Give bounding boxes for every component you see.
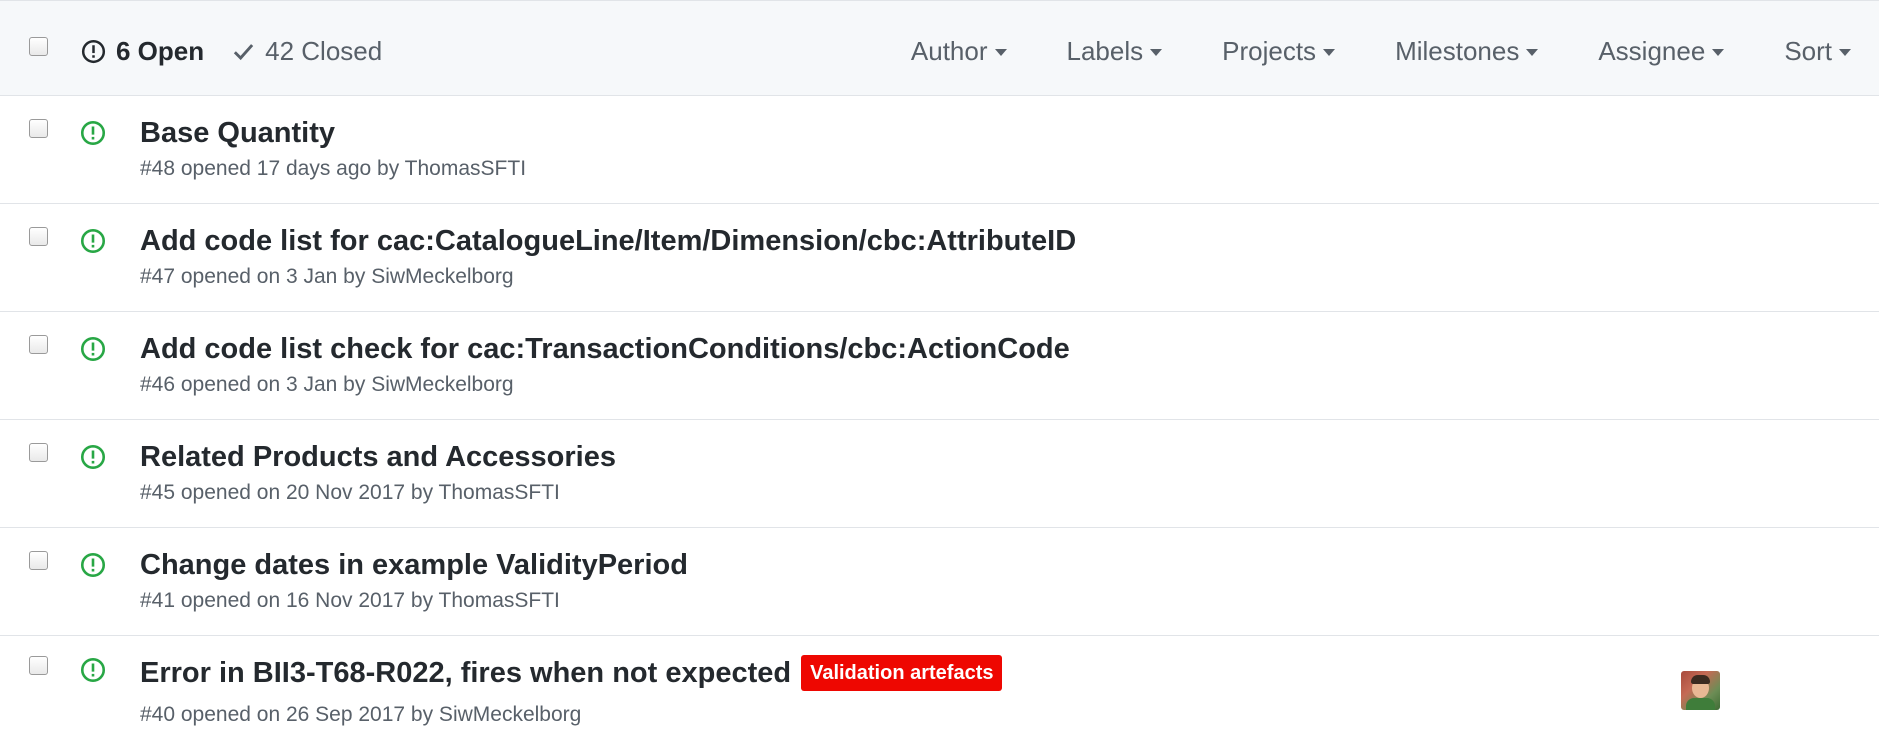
filter-bar: Author Labels Projects Milestones Assign…	[911, 35, 1879, 67]
issue-meta: #40 opened on 26 Sep 2017 by SiwMeckelbo…	[140, 703, 582, 726]
issue-title-link[interactable]: Base Quantity	[140, 117, 335, 150]
check-icon	[233, 43, 254, 60]
issue-checkbox[interactable]	[29, 551, 48, 570]
issue-state-toggle: 6 Open 42 Closed	[81, 35, 382, 67]
assignee-filter-label: Assignee	[1598, 35, 1706, 66]
milestones-filter-dropdown[interactable]: Milestones	[1395, 35, 1539, 67]
assignee-filter-dropdown[interactable]: Assignee	[1598, 35, 1725, 67]
caret-down-icon	[1712, 49, 1725, 56]
issue-opened-icon	[80, 336, 106, 362]
labels-filter-dropdown[interactable]: Labels	[1067, 36, 1163, 67]
milestones-filter-label: Milestones	[1395, 35, 1520, 66]
caret-down-icon	[1839, 49, 1851, 56]
assignee-avatar[interactable]	[1681, 671, 1720, 710]
issue-opened-icon	[81, 39, 106, 63]
issue-opened-icon	[80, 657, 106, 683]
issue-opened-icon	[80, 120, 106, 146]
caret-down-icon	[1323, 49, 1336, 56]
issue-row: Base Quantity #48 opened 17 days ago by …	[0, 96, 1879, 204]
issue-checkbox[interactable]	[29, 119, 48, 138]
issues-list: 6 Open 42 Closed Author Labels Projects	[0, 0, 1879, 748]
issue-row: Change dates in example ValidityPeriod #…	[0, 528, 1879, 636]
issue-row: Related Products and Accessories #45 ope…	[0, 420, 1879, 528]
issue-title-link[interactable]: Add code list check for cac:TransactionC…	[140, 333, 1070, 366]
issue-checkbox[interactable]	[29, 443, 48, 462]
issue-checkbox[interactable]	[29, 335, 48, 354]
caret-down-icon	[994, 49, 1007, 56]
issue-checkbox[interactable]	[29, 656, 48, 675]
validation-artefacts-label[interactable]: Validation artefacts	[801, 655, 1003, 691]
issue-title-link[interactable]: Add code list for cac:CatalogueLine/Item…	[140, 225, 1076, 258]
issue-opened-icon	[80, 444, 106, 470]
issue-opened-icon	[80, 228, 106, 254]
open-issues-link[interactable]: 6 Open	[81, 36, 204, 67]
issue-title-link[interactable]: Related Products and Accessories	[140, 441, 616, 474]
issues-list-header: 6 Open 42 Closed Author Labels Projects	[0, 1, 1879, 96]
issue-row: Add code list for cac:CatalogueLine/Item…	[0, 204, 1879, 312]
closed-count-label: 42 Closed	[265, 35, 383, 66]
issue-meta: #47 opened on 3 Jan by SiwMeckelborg	[140, 265, 514, 288]
labels-filter-label: Labels	[1066, 35, 1144, 66]
issue-meta: #48 opened 17 days ago by ThomasSFTI	[140, 157, 527, 180]
projects-filter-label: Projects	[1222, 35, 1317, 66]
author-filter-label: Author	[910, 35, 988, 66]
caret-down-icon	[1150, 49, 1163, 56]
issue-meta: #46 opened on 3 Jan by SiwMeckelborg	[140, 373, 514, 396]
select-all-checkbox[interactable]	[29, 37, 48, 56]
projects-filter-dropdown[interactable]: Projects	[1222, 35, 1336, 67]
issue-row: Error in BII3-T68-R022, fires when not e…	[0, 636, 1879, 748]
sort-dropdown[interactable]: Sort	[1784, 36, 1851, 67]
sort-label: Sort	[1784, 35, 1832, 66]
issue-row: Add code list check for cac:TransactionC…	[0, 312, 1879, 420]
closed-issues-link[interactable]: 42 Closed	[232, 36, 382, 67]
open-count-label: 6 Open	[116, 35, 205, 66]
caret-down-icon	[1526, 49, 1539, 56]
issue-meta: #41 opened on 16 Nov 2017 by ThomasSFTI	[140, 589, 560, 612]
issue-title-link[interactable]: Change dates in example ValidityPeriod	[140, 549, 688, 582]
issue-checkbox[interactable]	[29, 227, 48, 246]
issue-opened-icon	[80, 552, 106, 578]
author-filter-dropdown[interactable]: Author	[911, 36, 1007, 67]
issue-meta: #45 opened on 20 Nov 2017 by ThomasSFTI	[140, 481, 560, 504]
issue-title-link[interactable]: Error in BII3-T68-R022, fires when not e…	[140, 657, 791, 690]
